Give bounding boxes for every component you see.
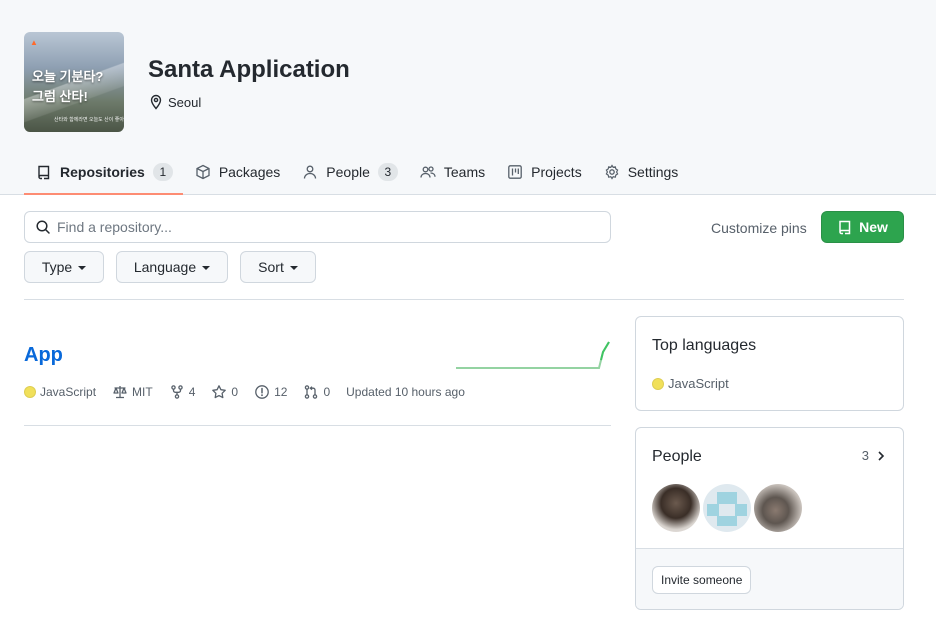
filter-divider [24,299,904,300]
pull-request-icon [305,385,318,399]
people-count: 3 [861,448,869,463]
tab-packages[interactable]: Packages [183,150,290,194]
org-tabs: Repositories 1 Packages People 3 Teams P… [24,150,688,195]
person-icon [304,165,317,179]
people-avatars [652,484,802,532]
new-repo-button[interactable]: New [821,211,904,243]
repo-language: JavaScript [24,385,96,399]
language-dropdown[interactable]: Language [116,251,228,283]
type-label: Type [41,259,73,275]
repo-issues-count: 12 [274,385,288,399]
top-language-text: JavaScript [668,376,729,391]
repo-name-link[interactable]: App [24,344,63,367]
tab-repositories[interactable]: Repositories 1 [24,150,183,195]
search-icon [36,220,50,234]
repo-stars[interactable]: 0 [211,384,238,400]
tab-projects[interactable]: Projects [495,150,592,194]
language-color-dot [24,386,36,398]
issue-icon [255,385,269,399]
repo-pulls-count: 0 [323,385,331,399]
repo-language-text: JavaScript [40,385,97,399]
tab-label: Projects [531,164,582,180]
repo-divider [24,425,611,426]
language-color-dot [652,377,664,390]
package-icon [196,164,210,180]
avatar-text-line3: 산타와 함께라면 오늘도 산이 좋아 [54,117,124,123]
people-icon [420,166,436,178]
language-label: Language [133,259,197,275]
tab-label: Repositories [60,164,145,180]
customize-pins-link[interactable]: Customize pins [711,220,807,236]
tab-counter: 1 [152,163,173,181]
people-footer: Invite someone [636,548,903,609]
tab-teams[interactable]: Teams [408,150,495,194]
org-header: ▲ 오늘 기분타? 그럼 산타! 산타와 함께라면 오늘도 산이 좋아 Sant… [0,0,936,195]
project-icon [508,165,522,179]
law-icon [113,386,127,399]
tab-people[interactable]: People 3 [290,150,408,194]
top-language-item[interactable]: JavaScript [652,376,729,391]
repo-forks-count: 4 [188,385,196,399]
repo-stars-count: 0 [231,385,239,399]
caret-down-icon [202,266,211,270]
people-box: People 3 Invite someone [635,427,904,610]
people-count-link[interactable]: 3 [862,448,887,463]
repo-icon [38,165,50,180]
org-name: Santa Application [148,56,350,83]
org-location: Seoul [148,94,201,110]
repo-search[interactable] [24,211,611,243]
tab-label: Packages [218,164,281,180]
star-icon [212,385,227,399]
invite-someone-button[interactable]: Invite someone [652,566,752,594]
caret-down-icon [289,266,298,270]
member-avatar[interactable] [754,484,802,532]
repo-license[interactable]: MIT [112,384,153,400]
repo-icon [839,220,851,235]
tab-settings[interactable]: Settings [592,150,689,194]
tab-label: Teams [443,164,486,180]
repo-issues[interactable]: 12 [254,384,287,400]
chevron-right-icon [878,450,885,461]
member-avatar[interactable] [703,484,751,532]
repo-activity-sparkline [456,341,610,369]
new-button-label: New [859,219,888,235]
people-title: People [652,448,702,465]
repo-meta: JavaScript MIT 4 0 12 0 Updated 10 hours… [24,384,481,400]
tab-label: People [326,164,370,180]
sort-label: Sort [258,259,284,275]
avatar-text-line2: 그럼 산타! [32,89,88,104]
member-avatar[interactable] [652,484,700,532]
top-languages-title: Top languages [652,337,757,354]
fork-icon [170,385,183,399]
top-languages-box: Top languages JavaScript [635,316,904,411]
search-input[interactable] [57,219,577,235]
tab-label: Settings [627,164,679,180]
location-text: Seoul [168,94,202,110]
repo-license-text: MIT [132,385,153,399]
location-icon [150,94,162,110]
repo-pulls[interactable]: 0 [303,384,330,400]
type-dropdown[interactable]: Type [24,251,104,283]
logo-icon: ▲ [30,38,38,47]
caret-down-icon [78,266,87,270]
gear-icon [605,164,619,180]
sort-dropdown[interactable]: Sort [240,251,316,283]
tab-counter: 3 [377,163,398,181]
repo-updated: Updated 10 hours ago [346,385,465,399]
avatar-text-line1: 오늘 기분타? [32,69,104,84]
repo-forks[interactable]: 4 [169,384,196,400]
org-avatar: ▲ 오늘 기분타? 그럼 산타! 산타와 함께라면 오늘도 산이 좋아 [24,32,124,132]
